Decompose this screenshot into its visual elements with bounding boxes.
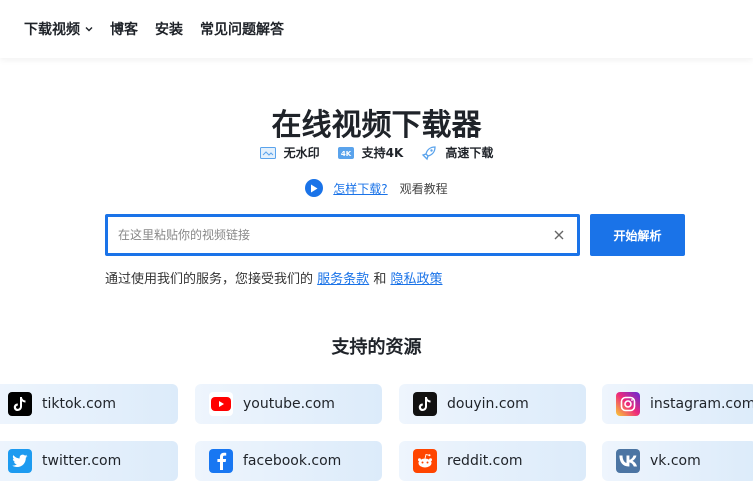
4k-icon: 4K <box>337 146 354 159</box>
sources-title: 支持的资源 <box>331 337 422 358</box>
play-icon[interactable] <box>305 179 324 197</box>
clear-icon[interactable] <box>541 217 577 253</box>
source-label: vk.com <box>650 453 701 469</box>
source-label: facebook.com <box>243 453 342 469</box>
rocket-icon <box>422 145 436 160</box>
instagram-icon <box>616 392 640 416</box>
feature-label: 支持4K <box>361 146 404 160</box>
vk-icon <box>616 449 640 473</box>
source-card-facebook[interactable]: facebook.com <box>195 441 382 481</box>
page-title: 在线视频下载器 <box>271 108 482 143</box>
feature-list: 无水印 4K 支持4K 高速下载 <box>0 144 753 161</box>
source-label: reddit.com <box>447 453 523 469</box>
source-label: twitter.com <box>42 453 122 469</box>
start-parse-button[interactable]: 开始解析 <box>590 214 685 256</box>
watch-tutorial-text: 观看教程 <box>399 181 448 196</box>
feature-4k: 4K 支持4K <box>337 144 404 161</box>
youtube-icon <box>209 392 233 416</box>
terms-notice: 通过使用我们的服务，您接受我们的 服务条款 和 隐私政策 <box>105 268 442 287</box>
source-card-reddit[interactable]: reddit.com <box>399 441 586 481</box>
tiktok-icon <box>8 392 32 416</box>
privacy-policy-link[interactable]: 隐私政策 <box>390 272 442 287</box>
source-card-douyin[interactable]: douyin.com <box>399 384 586 424</box>
nav-faq[interactable]: 常见问题解答 <box>200 19 284 39</box>
terms-and: 和 <box>373 272 387 287</box>
twitter-icon <box>8 449 32 473</box>
source-card-youtube[interactable]: youtube.com <box>195 384 382 424</box>
nav-download-video[interactable]: 下载视频 <box>24 19 93 39</box>
no-watermark-icon <box>259 146 276 159</box>
howto-row: 怎样下载? 观看教程 <box>0 179 753 197</box>
feature-fast-download: 高速下载 <box>421 144 493 161</box>
facebook-icon <box>209 449 233 473</box>
source-label: youtube.com <box>243 396 335 412</box>
chevron-down-icon <box>85 27 93 32</box>
url-search-box <box>105 214 580 256</box>
source-label: douyin.com <box>447 396 529 412</box>
source-card-vk[interactable]: vk.com <box>602 441 753 481</box>
video-url-input[interactable] <box>118 228 541 242</box>
nav-install[interactable]: 安装 <box>155 19 183 39</box>
nav-download-video-label: 下载视频 <box>24 22 80 38</box>
howto-link[interactable]: 怎样下载? <box>333 180 387 197</box>
nav-blog[interactable]: 博客 <box>110 19 138 39</box>
feature-label: 高速下载 <box>445 146 494 160</box>
feature-label: 无水印 <box>283 146 320 160</box>
svg-text:4K: 4K <box>341 150 352 158</box>
source-label: tiktok.com <box>42 396 116 412</box>
source-label: instagram.com <box>650 396 753 412</box>
source-card-tiktok[interactable]: tiktok.com <box>0 384 178 424</box>
service-terms-link[interactable]: 服务条款 <box>317 272 369 287</box>
terms-prefix: 通过使用我们的服务，您接受我们的 <box>105 272 314 287</box>
reddit-icon <box>413 449 437 473</box>
feature-no-watermark: 无水印 <box>259 144 320 161</box>
top-navigation: 下载视频 博客 安装 常见问题解答 <box>0 0 753 58</box>
douyin-icon <box>413 392 437 416</box>
source-card-instagram[interactable]: instagram.com <box>602 384 753 424</box>
source-card-twitter[interactable]: twitter.com <box>0 441 178 481</box>
